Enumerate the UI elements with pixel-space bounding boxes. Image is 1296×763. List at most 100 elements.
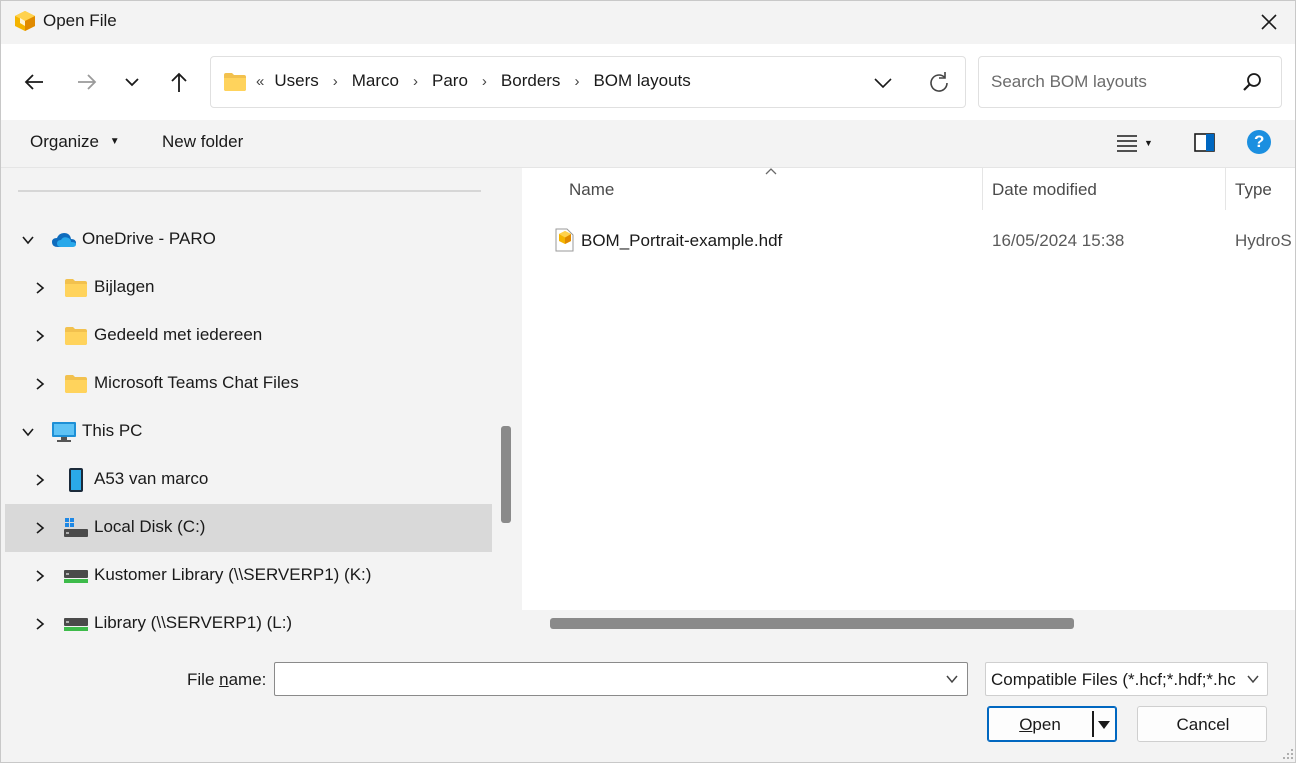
chevron-right-icon[interactable]	[30, 278, 50, 298]
monitor-icon	[51, 419, 77, 445]
address-bar[interactable]: « Users › Marco › Paro › Borders › BOM l…	[210, 56, 966, 108]
open-options-dropdown-icon[interactable]	[1097, 720, 1111, 730]
column-divider[interactable]	[982, 168, 983, 210]
file-type-filter-value: Compatible Files (*.hcf;*.hdf;*.hc	[991, 670, 1236, 689]
navigation-pane-scroll-thumb[interactable]	[501, 426, 511, 523]
file-name-label-part: File	[187, 670, 220, 689]
chevron-right-icon[interactable]	[30, 566, 50, 586]
column-header-name[interactable]: Name	[569, 180, 614, 200]
chevron-right-icon[interactable]: ›	[333, 73, 338, 90]
tree-item-onedrive[interactable]: OneDrive - PARO	[5, 216, 492, 264]
chevron-down-icon[interactable]	[18, 230, 38, 250]
chevron-right-icon[interactable]: ›	[574, 73, 579, 90]
breadcrumb-marco[interactable]: Marco	[352, 71, 399, 91]
chevron-right-icon[interactable]	[30, 374, 50, 394]
navigation-pane[interactable]: OneDrive - PARO Bijlagen Gedeeld met ied…	[0, 168, 514, 636]
quick-access-divider	[18, 190, 481, 192]
caret-down-icon: ▼	[109, 136, 120, 147]
file-type: HydroS	[1235, 231, 1292, 250]
tree-item-library-l[interactable]: Library (\\SERVERP1) (L:)	[5, 600, 492, 636]
organize-label: Organize	[30, 132, 99, 151]
search-box[interactable]	[978, 56, 1282, 108]
tree-item-bijlagen[interactable]: Bijlagen	[5, 264, 492, 312]
tree-item-label: Gedeeld met iedereen	[94, 325, 263, 344]
tree-item-kustomer-library-k[interactable]: Kustomer Library (\\SERVERP1) (K:)	[5, 552, 492, 600]
open-button-label: Open	[988, 715, 1092, 735]
file-name-input[interactable]	[279, 667, 929, 691]
breadcrumb-users[interactable]: Users	[274, 71, 318, 91]
chevron-down-icon[interactable]	[945, 672, 959, 686]
tree-item-label: Microsoft Teams Chat Files	[94, 373, 299, 392]
up-button[interactable]	[161, 64, 197, 100]
tree-item-gedeeld-met-iedereen[interactable]: Gedeeld met iedereen	[5, 312, 492, 360]
file-list-scroll-thumb[interactable]	[550, 618, 1074, 629]
column-header-type[interactable]: Type	[1235, 180, 1272, 200]
cancel-button-label: Cancel	[1176, 715, 1230, 734]
help-button[interactable]: ?	[1246, 129, 1272, 155]
chevron-right-icon[interactable]	[30, 326, 50, 346]
chevron-right-icon[interactable]	[30, 614, 50, 634]
folder-icon	[63, 371, 89, 397]
column-header-date-modified[interactable]: Date modified	[992, 180, 1097, 200]
tree-item-label: This PC	[82, 421, 143, 440]
tree-item-label: Local Disk (C:)	[94, 517, 206, 536]
file-name-label-part: ame:	[228, 670, 267, 689]
navigation-pane-scrollbar[interactable]	[496, 168, 514, 636]
file-name[interactable]: BOM_Portrait-example.hdf	[581, 231, 782, 251]
recent-locations-button[interactable]	[114, 64, 150, 100]
open-label-rest: pen	[1032, 715, 1061, 734]
arrow-left-icon	[24, 74, 43, 90]
breadcrumb-overflow[interactable]: «	[256, 73, 264, 90]
sort-ascending-icon	[765, 168, 777, 175]
help-label: ?	[1254, 132, 1265, 151]
folder-icon	[63, 275, 89, 301]
chevron-down-icon[interactable]	[18, 422, 38, 442]
refresh-icon[interactable]	[925, 69, 953, 97]
chevron-right-icon[interactable]	[30, 470, 50, 490]
split-divider	[1092, 711, 1094, 737]
tree-item-a53-van-marco[interactable]: A53 van marco	[5, 456, 492, 504]
file-type-filter[interactable]: Compatible Files (*.hcf;*.hdf;*.hc	[985, 662, 1268, 696]
chevron-down-icon	[1247, 675, 1259, 684]
cancel-button[interactable]: Cancel	[1137, 706, 1267, 742]
folder-icon	[63, 323, 89, 349]
onedrive-cloud-icon	[51, 227, 77, 253]
caret-down-icon: ▼	[1144, 138, 1153, 148]
new-folder-button[interactable]: New folder	[162, 132, 243, 152]
tree-item-label: Bijlagen	[94, 277, 155, 296]
arrow-right-icon	[78, 74, 97, 90]
back-button[interactable]	[16, 64, 52, 100]
change-view-button[interactable]: ▼	[1116, 130, 1166, 156]
arrow-up-icon	[171, 72, 187, 92]
tree-item-local-disk-c[interactable]: Local Disk (C:)	[5, 504, 492, 552]
tree-item-label: Kustomer Library (\\SERVERP1) (K:)	[94, 565, 372, 584]
column-divider[interactable]	[1225, 168, 1226, 210]
address-history-chevron-icon[interactable]	[871, 71, 895, 95]
file-name-label: File name:	[187, 670, 266, 690]
breadcrumb-bom-layouts[interactable]: BOM layouts	[593, 71, 690, 91]
file-name-combobox[interactable]	[274, 662, 968, 696]
network-drive-icon	[63, 563, 89, 589]
app-cube-icon	[14, 10, 36, 32]
open-button[interactable]: Open	[987, 706, 1117, 742]
close-button[interactable]	[1247, 4, 1291, 40]
chevron-right-icon[interactable]: ›	[482, 73, 487, 90]
tree-item-label: OneDrive - PARO	[82, 229, 216, 248]
disk-icon	[63, 515, 89, 541]
breadcrumb-borders[interactable]: Borders	[501, 71, 561, 91]
breadcrumb-paro[interactable]: Paro	[432, 71, 468, 91]
search-icon[interactable]	[1241, 71, 1263, 93]
tree-item-label: A53 van marco	[94, 469, 209, 488]
resize-grip-icon[interactable]	[1282, 748, 1294, 760]
folder-icon	[224, 73, 246, 91]
open-accesskey: O	[1019, 715, 1033, 734]
phone-icon	[63, 467, 89, 493]
chevron-right-icon[interactable]: ›	[413, 73, 418, 90]
organize-button[interactable]: Organize ▼	[30, 132, 120, 152]
tree-item-microsoft-teams-chat-files[interactable]: Microsoft Teams Chat Files	[5, 360, 492, 408]
forward-button[interactable]	[69, 64, 105, 100]
tree-item-this-pc[interactable]: This PC	[5, 408, 492, 456]
preview-pane-button[interactable]	[1192, 130, 1218, 156]
search-input[interactable]	[989, 69, 1229, 95]
chevron-right-icon[interactable]	[30, 518, 50, 538]
